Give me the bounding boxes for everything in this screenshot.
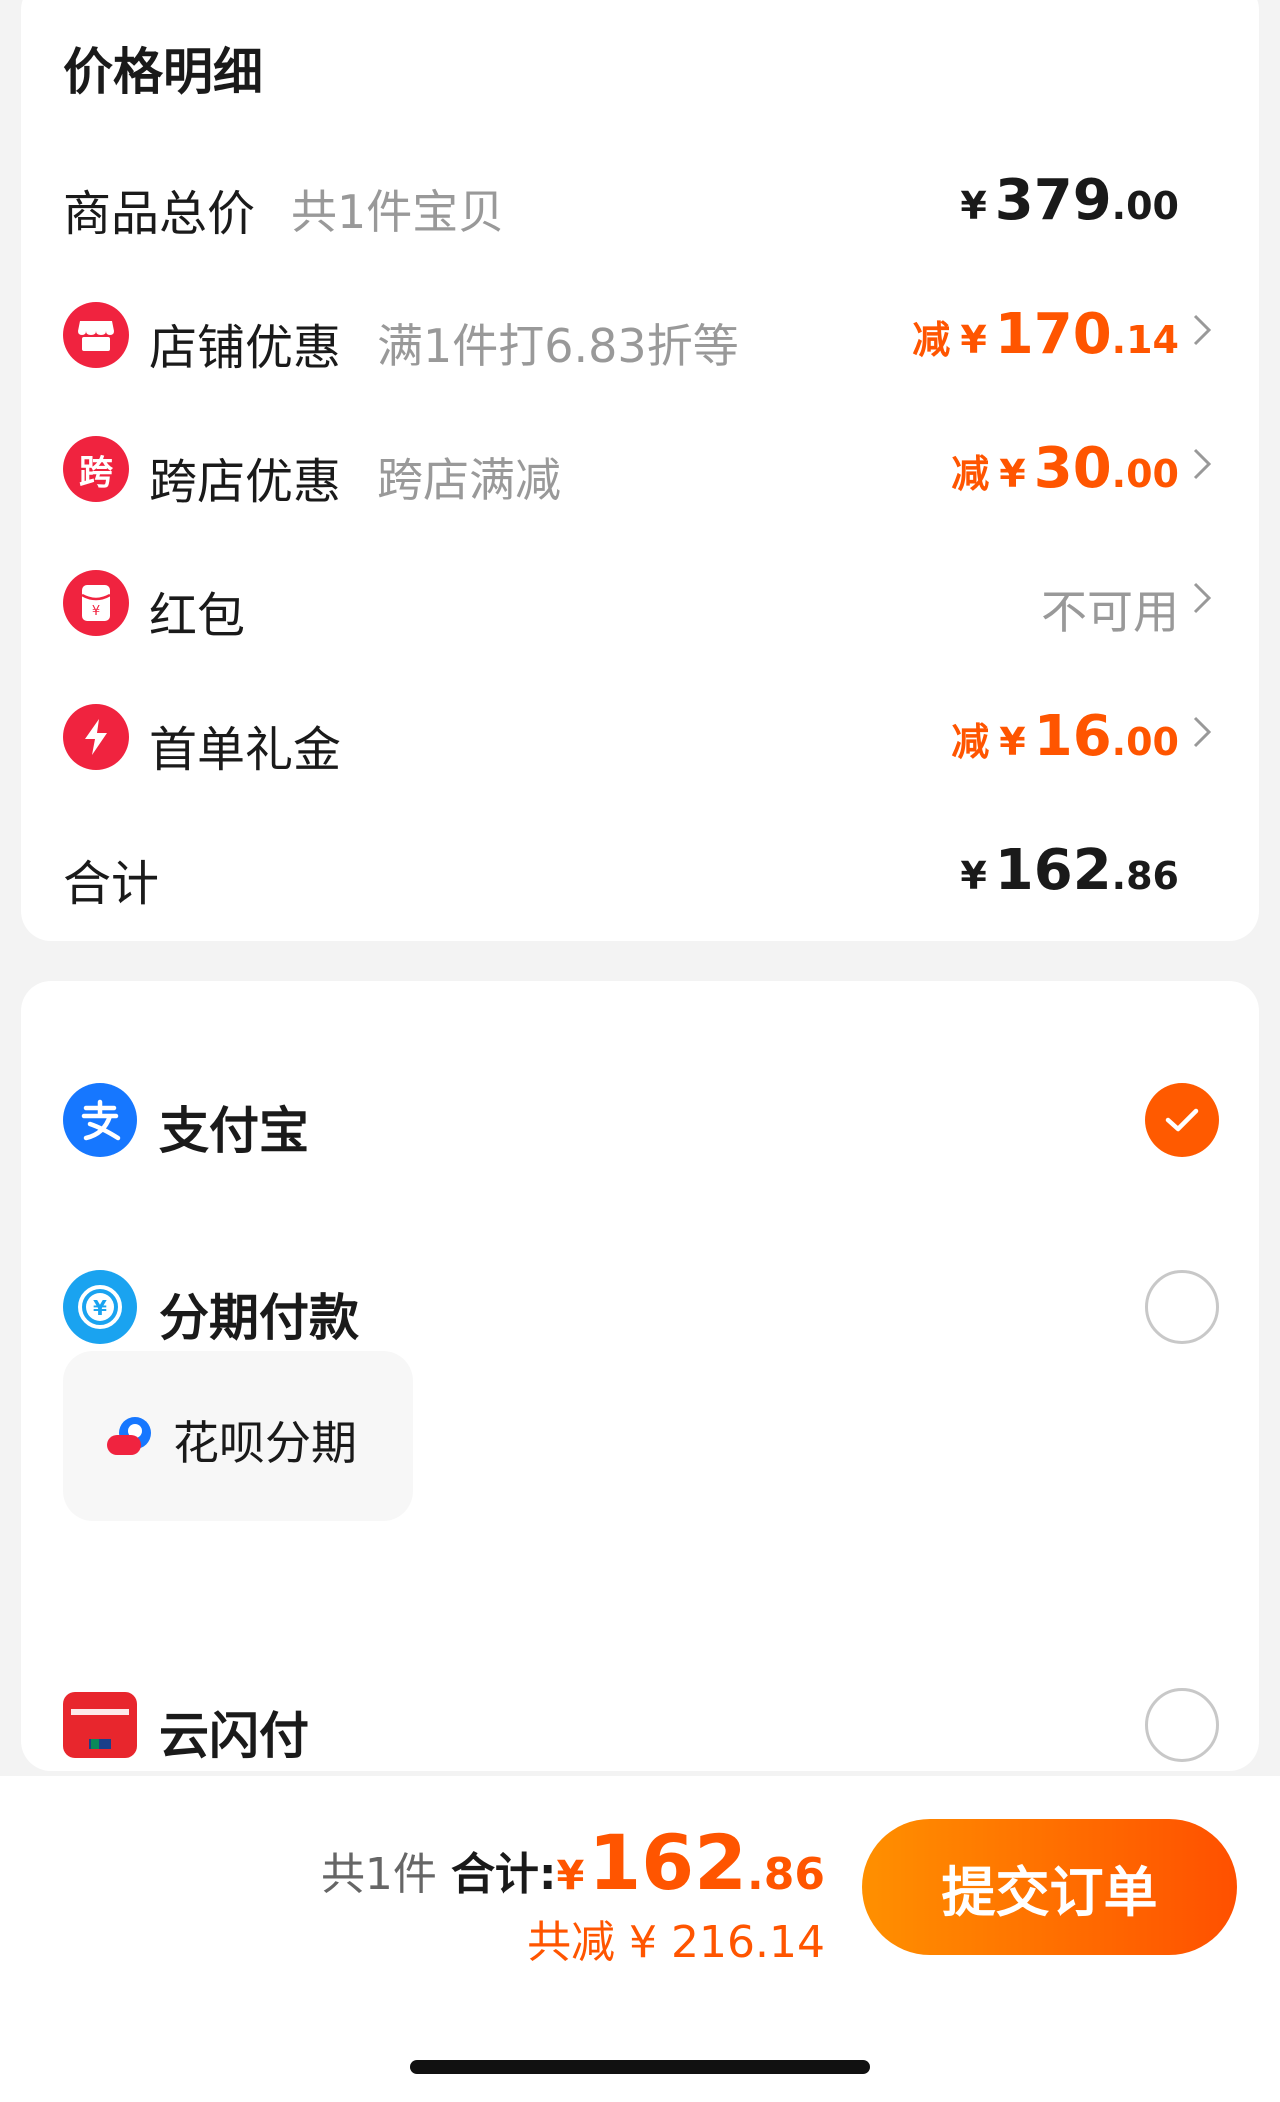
cross-store-row[interactable]: 跨 跨店优惠 跨店满减 减 ¥ 30 .00	[21, 414, 1259, 514]
installment-radio[interactable]	[1145, 1270, 1219, 1344]
minus-label: 减	[951, 720, 990, 764]
payment-option-unionpay[interactable]: 云闪付	[21, 1674, 1259, 1774]
installment-label: 分期付款	[159, 1289, 359, 1347]
chevron-right-icon[interactable]	[1187, 444, 1217, 484]
currency-symbol: ¥	[960, 318, 987, 362]
currency-symbol: ¥	[960, 854, 987, 898]
currency-symbol: ¥	[999, 452, 1026, 496]
item-count: 共1件	[320, 1849, 437, 1900]
goods-total-row: 商品总价 共1件宝贝 ¥ 379 .00	[21, 146, 1259, 246]
goods-total-label: 商品总价	[63, 186, 256, 242]
total-decimal: .86	[747, 1849, 825, 1900]
payment-option-installment[interactable]: ¥ 分期付款	[21, 1256, 1259, 1356]
amount-integer: 170	[994, 302, 1112, 367]
checkout-bottom-bar: 共1件 合计: ¥ 162 .86 共减 ¥ 216.14 提交订单	[0, 1776, 1280, 2102]
currency-symbol: ¥	[556, 1853, 585, 1899]
chevron-right-icon[interactable]	[1187, 578, 1217, 618]
amount-integer: 30	[1033, 436, 1112, 501]
unionpay-label: 云闪付	[159, 1707, 309, 1765]
minus-label: 减	[912, 318, 951, 362]
total-label: 合计	[63, 856, 160, 912]
red-packet-icon: ¥	[63, 570, 129, 636]
alipay-label: 支付宝	[159, 1102, 309, 1160]
huabei-label: 花呗分期	[173, 1416, 357, 1470]
payment-option-alipay[interactable]: 支付宝	[21, 1069, 1259, 1169]
amount-integer: 16	[1033, 704, 1112, 769]
amount-decimal: .00	[1111, 720, 1179, 764]
svg-text:¥: ¥	[93, 1296, 107, 1320]
cross-store-icon: 跨	[63, 436, 129, 502]
goods-total-amount: ¥ 379 .00	[960, 168, 1179, 233]
cross-store-amount: 减 ¥ 30 .00	[951, 436, 1179, 501]
price-detail-title: 价格明细	[63, 43, 263, 101]
first-order-row[interactable]: 首单礼金 减 ¥ 16 .00	[21, 682, 1259, 782]
chevron-right-icon[interactable]	[1187, 712, 1217, 752]
alipay-icon	[63, 1083, 137, 1157]
currency-symbol: ¥	[999, 720, 1026, 764]
payment-method-card: 支付宝 ¥ 分期付款 花呗分期 云闪付	[21, 981, 1259, 1771]
lightning-icon	[63, 704, 129, 770]
currency-symbol: ¥	[960, 184, 987, 228]
total-saved-text: 共减 ¥ 216.14	[527, 1917, 825, 1968]
huabei-installment-chip[interactable]: 花呗分期	[63, 1351, 413, 1521]
total-label: 合计:	[450, 1849, 557, 1900]
amount-integer: 379	[994, 168, 1112, 233]
home-indicator	[410, 2060, 870, 2074]
amount-decimal: .00	[1111, 452, 1179, 496]
svg-text:¥: ¥	[92, 604, 100, 619]
cross-store-icon-char: 跨	[79, 452, 113, 493]
first-order-label: 首单礼金	[149, 722, 342, 778]
amount-integer: 162	[994, 838, 1112, 903]
goods-count-text: 共1件宝贝	[291, 185, 505, 239]
total-row: 合计 ¥ 162 .86	[21, 816, 1259, 916]
red-packet-label: 红包	[149, 588, 246, 644]
amount-decimal: .86	[1111, 854, 1179, 898]
store-discount-desc: 满1件打6.83折等	[377, 319, 739, 373]
store-discount-row[interactable]: 店铺优惠 满1件打6.83折等 减 ¥ 170 .14	[21, 280, 1259, 380]
first-order-amount: 减 ¥ 16 .00	[951, 704, 1179, 769]
red-packet-status: 不可用	[1041, 585, 1179, 639]
total-integer: 162	[588, 1818, 748, 1907]
red-packet-row[interactable]: ¥ 红包 不可用	[21, 548, 1259, 648]
installment-icon: ¥	[63, 1270, 137, 1344]
order-total-summary: 共1件 合计: ¥ 162 .86	[321, 1818, 825, 1907]
cross-store-label: 跨店优惠	[149, 454, 342, 510]
cross-store-desc: 跨店满减	[377, 453, 561, 507]
amount-decimal: .00	[1111, 184, 1179, 228]
minus-label: 减	[951, 452, 990, 496]
submit-order-button[interactable]: 提交订单	[862, 1819, 1237, 1955]
unionpay-icon	[63, 1692, 137, 1758]
alipay-radio-checked[interactable]	[1145, 1083, 1219, 1157]
store-discount-amount: 减 ¥ 170 .14	[912, 302, 1179, 367]
unionpay-radio[interactable]	[1145, 1688, 1219, 1762]
chevron-right-icon[interactable]	[1187, 310, 1217, 350]
store-discount-label: 店铺优惠	[149, 320, 342, 376]
store-icon	[63, 302, 129, 368]
price-detail-card: 价格明细 商品总价 共1件宝贝 ¥ 379 .00 店铺优惠 满1件打6.83折…	[21, 0, 1259, 941]
checkmark-icon	[1165, 1108, 1199, 1132]
amount-decimal: .14	[1111, 318, 1179, 362]
huabei-icon	[107, 1417, 151, 1455]
total-amount: ¥ 162 .86	[960, 838, 1179, 903]
